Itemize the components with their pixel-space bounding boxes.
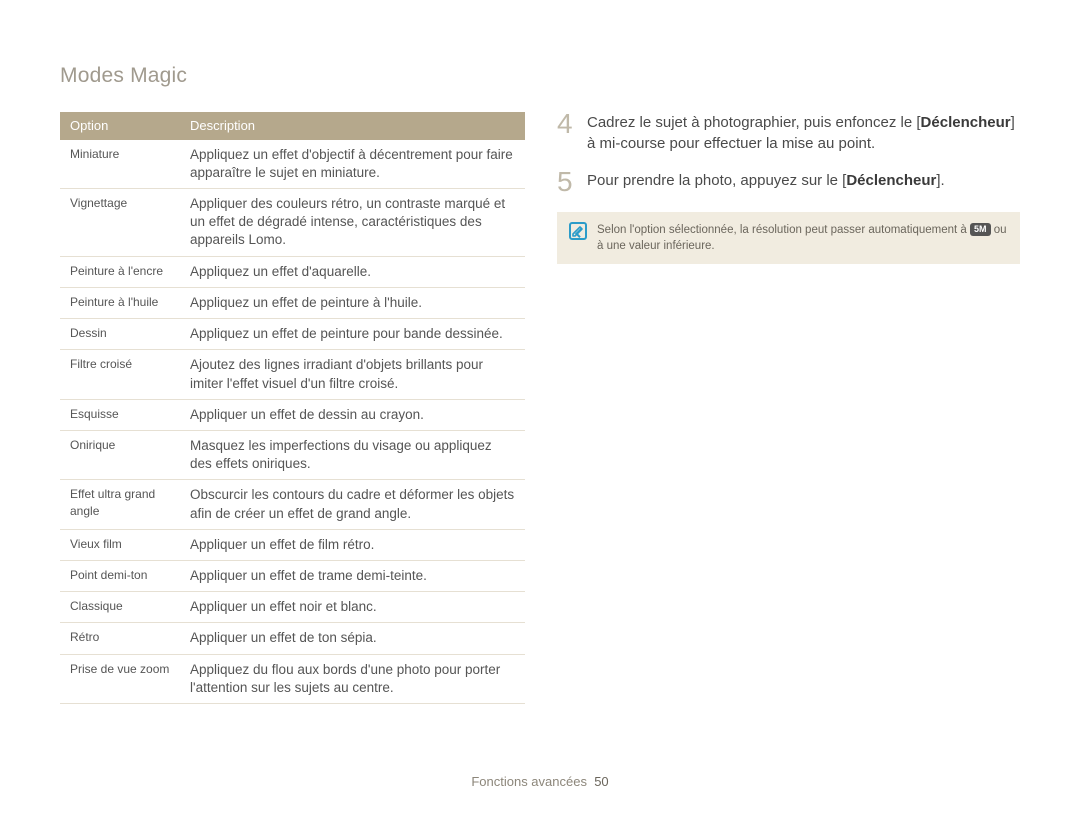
step-text-bold: Déclencheur [846, 172, 936, 189]
th-description: Description [180, 112, 525, 140]
description-cell: Appliquez un effet d'aquarelle. [180, 256, 525, 287]
step-text-post: ]. [936, 172, 944, 189]
table-row: Point demi-tonAppliquer un effet de tram… [60, 561, 525, 592]
table-row: Prise de vue zoomAppliquez du flou aux b… [60, 654, 525, 703]
option-cell: Esquisse [60, 399, 180, 430]
description-cell: Appliquer un effet de trame demi-teinte. [180, 561, 525, 592]
content-columns: Option Description MiniatureAppliquez un… [60, 112, 1020, 704]
resolution-badge-icon: 5M [970, 223, 991, 236]
table-row: Peinture à l'huileAppliquez un effet de … [60, 287, 525, 318]
step-text: Cadrez le sujet à photographier, puis en… [587, 112, 1020, 154]
table-row: Vieux filmAppliquer un effet de film rét… [60, 529, 525, 560]
description-cell: Appliquer un effet de ton sépia. [180, 623, 525, 654]
description-cell: Appliquez un effet de peinture pour band… [180, 319, 525, 350]
note-text: Selon l'option sélectionnée, la résoluti… [597, 222, 1008, 254]
description-cell: Appliquer des couleurs rétro, un contras… [180, 188, 525, 256]
description-cell: Appliquer un effet de dessin au crayon. [180, 399, 525, 430]
option-cell: Classique [60, 592, 180, 623]
page-footer: Fonctions avancées 50 [0, 774, 1080, 789]
option-cell: Rétro [60, 623, 180, 654]
option-cell: Vignettage [60, 188, 180, 256]
description-cell: Masquez les imperfections du visage ou a… [180, 430, 525, 479]
step-text-pre: Cadrez le sujet à photographier, puis en… [587, 114, 921, 131]
option-cell: Prise de vue zoom [60, 654, 180, 703]
note-pre: Selon l'option sélectionnée, la résoluti… [597, 224, 970, 236]
table-header-row: Option Description [60, 112, 525, 140]
table-row: Peinture à l'encreAppliquez un effet d'a… [60, 256, 525, 287]
option-cell: Filtre croisé [60, 350, 180, 399]
description-cell: Appliquer un effet noir et blanc. [180, 592, 525, 623]
description-cell: Appliquez un effet de peinture à l'huile… [180, 287, 525, 318]
step-text-bold: Déclencheur [921, 114, 1011, 131]
footer-section: Fonctions avancées [471, 774, 587, 789]
pencil-icon [571, 224, 585, 238]
step-text: Pour prendre la photo, appuyez sur le [D… [587, 170, 945, 191]
footer-page-number: 50 [594, 774, 608, 789]
table-row: OniriqueMasquez les imperfections du vis… [60, 430, 525, 479]
description-cell: Ajoutez des lignes irradiant d'objets br… [180, 350, 525, 399]
option-cell: Vieux film [60, 529, 180, 560]
options-table: Option Description MiniatureAppliquez un… [60, 112, 525, 704]
left-column: Option Description MiniatureAppliquez un… [60, 112, 525, 704]
description-cell: Appliquez un effet d'objectif à décentre… [180, 140, 525, 189]
note-box: Selon l'option sélectionnée, la résoluti… [557, 212, 1020, 264]
table-row: VignettageAppliquer des couleurs rétro, … [60, 188, 525, 256]
option-cell: Peinture à l'huile [60, 287, 180, 318]
th-option: Option [60, 112, 180, 140]
step-number: 4 [557, 110, 587, 138]
table-row: Filtre croiséAjoutez des lignes irradian… [60, 350, 525, 399]
option-cell: Peinture à l'encre [60, 256, 180, 287]
description-cell: Obscurcir les contours du cadre et défor… [180, 480, 525, 529]
right-column: 4 Cadrez le sujet à photographier, puis … [557, 112, 1020, 704]
table-row: EsquisseAppliquer un effet de dessin au … [60, 399, 525, 430]
table-row: ClassiqueAppliquer un effet noir et blan… [60, 592, 525, 623]
step-5: 5 Pour prendre la photo, appuyez sur le … [557, 170, 1020, 196]
step-4: 4 Cadrez le sujet à photographier, puis … [557, 112, 1020, 154]
option-cell: Onirique [60, 430, 180, 479]
table-row: RétroAppliquer un effet de ton sépia. [60, 623, 525, 654]
table-row: MiniatureAppliquez un effet d'objectif à… [60, 140, 525, 189]
step-text-pre: Pour prendre la photo, appuyez sur le [ [587, 172, 846, 189]
note-icon [569, 222, 587, 240]
option-cell: Dessin [60, 319, 180, 350]
step-number: 5 [557, 168, 587, 196]
description-cell: Appliquez du flou aux bords d'une photo … [180, 654, 525, 703]
page-title: Modes Magic [60, 64, 1020, 88]
page: Modes Magic Option Description Miniature… [0, 0, 1080, 815]
option-cell: Miniature [60, 140, 180, 189]
option-cell: Point demi-ton [60, 561, 180, 592]
table-row: DessinAppliquez un effet de peinture pou… [60, 319, 525, 350]
description-cell: Appliquer un effet de film rétro. [180, 529, 525, 560]
table-row: Effet ultra grand angleObscurcir les con… [60, 480, 525, 529]
option-cell: Effet ultra grand angle [60, 480, 180, 529]
